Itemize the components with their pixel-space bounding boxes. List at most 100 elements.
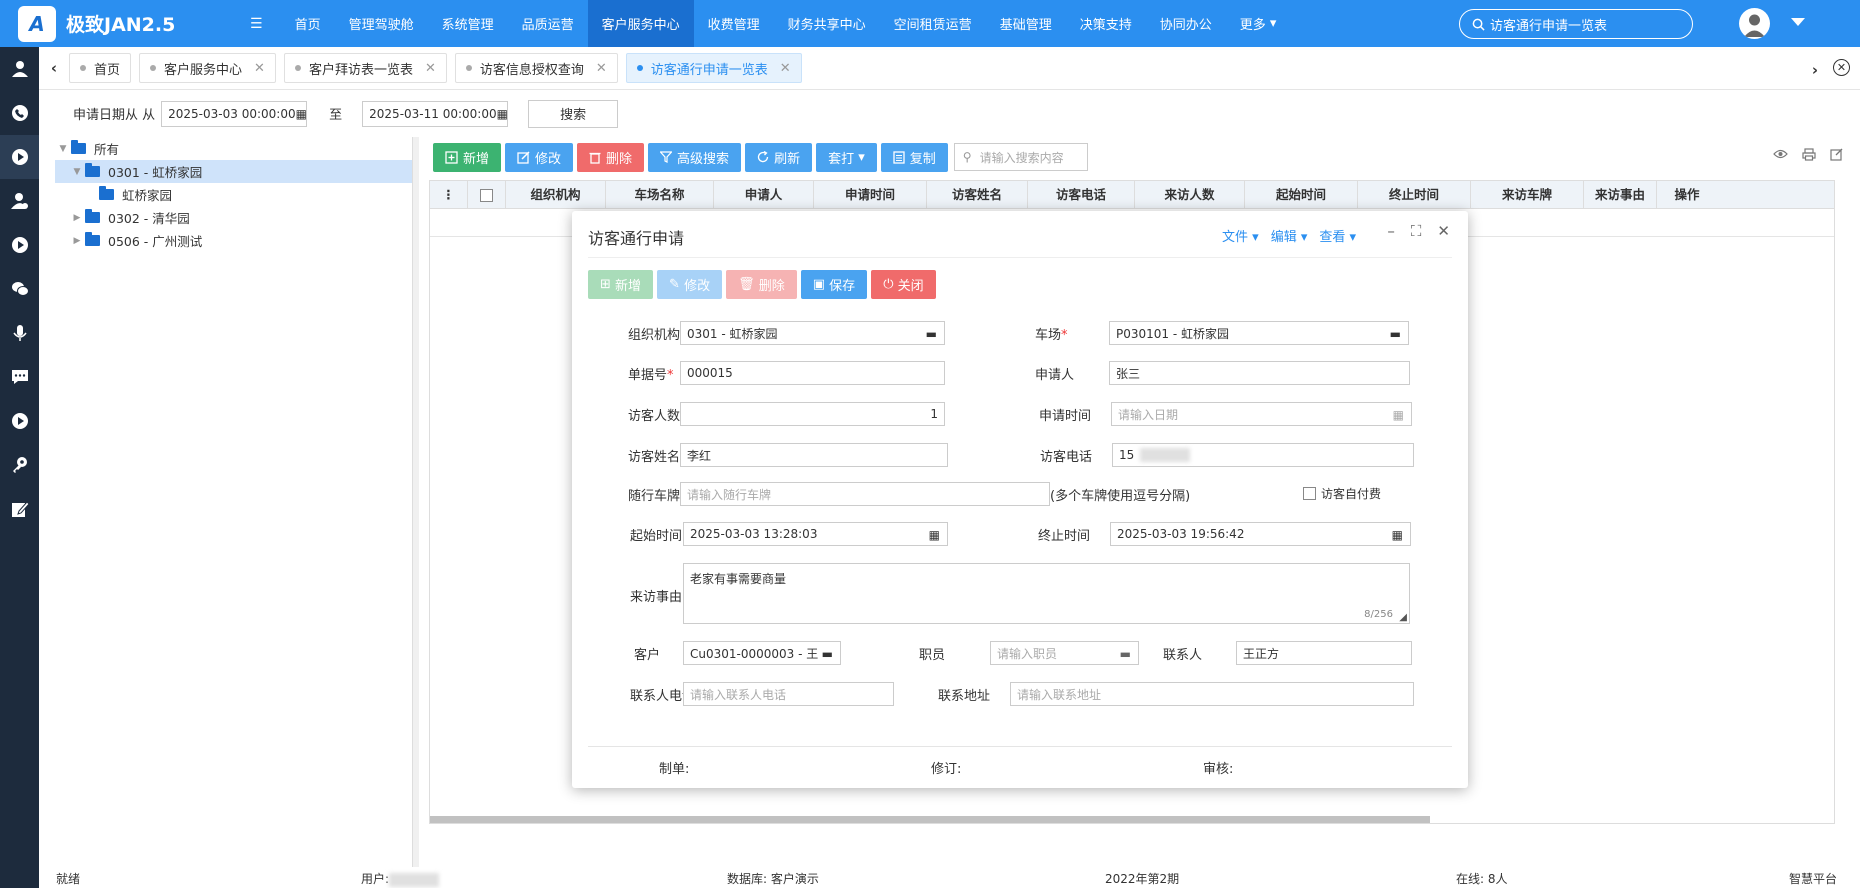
copy-button[interactable]: 复制 <box>880 142 948 172</box>
maximize-icon[interactable]: ⛶ <box>1411 222 1422 240</box>
applicant-field[interactable]: 张三 <box>1109 361 1410 385</box>
close-icon[interactable]: ✕ <box>1437 222 1450 240</box>
user-menu-caret-icon[interactable] <box>1791 18 1805 26</box>
tree-node-hongqiao[interactable]: 虹桥家园 <box>55 183 412 206</box>
date-to-input[interactable]: 2025-03-11 00:00:00 ▦ <box>362 100 509 127</box>
play-circle-icon-2[interactable] <box>0 223 39 267</box>
tab-scroll-right-icon[interactable]: › <box>1812 61 1818 79</box>
visitor-phone-field[interactable]: 15 <box>1112 443 1414 467</box>
visitor-name-field[interactable]: 李红 <box>680 443 948 467</box>
dialog-save-button[interactable]: ▣ 保存 <box>800 270 868 299</box>
dialog-close-button[interactable]: ⏻ 关闭 <box>871 270 936 299</box>
user-settings-icon[interactable] <box>0 179 39 223</box>
nav-decision[interactable]: 决策支持 <box>1066 0 1146 47</box>
menu-edit[interactable]: 编辑 ▾ <box>1271 226 1308 245</box>
nav-system[interactable]: 系统管理 <box>428 0 508 47</box>
tree-node-0302[interactable]: ▶ 0302 - 清华园 <box>55 206 412 229</box>
start-time-field[interactable]: 2025-03-03 13:28:03 ▦ <box>683 522 948 546</box>
key-icon[interactable] <box>0 443 39 487</box>
col-end-time[interactable]: 终止时间 <box>1358 180 1471 209</box>
caret-right-icon[interactable]: ▶ <box>69 236 85 246</box>
global-search-input[interactable]: 访客通行申请一览表 <box>1459 9 1693 39</box>
nav-cockpit[interactable]: 管理驾驶舱 <box>335 0 428 47</box>
tree-node-0301[interactable]: ▼ 0301 - 虹桥家园 <box>55 160 412 183</box>
close-icon[interactable]: ✕ <box>425 61 436 76</box>
edit-icon[interactable] <box>0 487 39 531</box>
horizontal-scrollbar[interactable] <box>430 816 1430 823</box>
folder-icon[interactable]: ▬ <box>1120 647 1131 661</box>
caret-right-icon[interactable]: ▶ <box>69 213 85 223</box>
tab-home[interactable]: 首页 <box>69 53 132 83</box>
printer-icon[interactable] <box>1802 148 1816 165</box>
staff-field[interactable]: 请输入职员 ▬ <box>990 641 1139 665</box>
col-applicant[interactable]: 申请人 <box>714 180 814 209</box>
col-reason[interactable]: 来访事由 <box>1584 180 1657 209</box>
contact-phone-field[interactable]: 请输入联系人电话 <box>683 682 894 706</box>
microphone-icon[interactable] <box>0 311 39 355</box>
panel-splitter[interactable] <box>413 137 419 867</box>
nav-more[interactable]: 更多 ▾ <box>1226 0 1291 47</box>
caret-down-icon[interactable]: ▼ <box>55 144 71 154</box>
calendar-icon[interactable]: ▦ <box>1392 528 1403 542</box>
add-button[interactable]: 新增 <box>433 142 502 172</box>
search-button[interactable]: 搜索 <box>528 99 619 128</box>
dialog-add-button[interactable]: ⊞ 新增 <box>588 270 654 299</box>
nav-billing[interactable]: 收费管理 <box>694 0 774 47</box>
dialog-delete-button[interactable]: 🗑 删除 <box>726 270 797 299</box>
tab-visit-list[interactable]: 客户拜访表一览表 ✕ <box>283 53 447 83</box>
person-icon[interactable] <box>0 47 39 91</box>
self-pay-checkbox[interactable]: 访客自付费 <box>1303 485 1381 502</box>
calendar-icon[interactable]: ▦ <box>929 528 940 542</box>
park-field[interactable]: P030101 - 虹桥家园 ▬ <box>1109 321 1409 345</box>
tab-scroll-left-icon[interactable]: ‹ <box>39 59 69 77</box>
dialog-edit-button[interactable]: ✎ 修改 <box>657 270 723 299</box>
reason-textarea[interactable]: 老家有事需要商量 8/256 ◢ <box>683 563 1410 624</box>
menu-toggle-icon[interactable]: ☰ <box>250 16 263 32</box>
col-org[interactable]: 组织机构 <box>506 180 606 209</box>
apply-time-field[interactable]: 请输入日期 ▦ <box>1111 402 1412 426</box>
minimize-icon[interactable]: – <box>1387 222 1395 240</box>
tab-visitor-auth[interactable]: 访客信息授权查询 ✕ <box>454 53 618 83</box>
end-time-field[interactable]: 2025-03-03 19:56:42 ▦ <box>1110 522 1411 546</box>
plates-field[interactable]: 请输入随行车牌 <box>680 482 1050 506</box>
nav-finance[interactable]: 财务共享中心 <box>774 0 880 47</box>
nav-customer-service[interactable]: 客户服务中心 <box>587 0 694 47</box>
org-field[interactable]: 0301 - 虹桥家园 ▬ <box>680 321 945 345</box>
nav-home[interactable]: 首页 <box>281 0 335 47</box>
user-avatar[interactable] <box>1739 8 1770 39</box>
phone-icon[interactable] <box>0 91 39 135</box>
wechat-icon[interactable] <box>0 267 39 311</box>
close-icon[interactable]: ✕ <box>780 61 791 76</box>
calendar-icon[interactable]: ▦ <box>1393 408 1404 422</box>
tab-customer-service[interactable]: 客户服务中心 ✕ <box>139 53 276 83</box>
col-visitor-phone[interactable]: 访客电话 <box>1028 180 1135 209</box>
select-all-checkbox[interactable] <box>468 180 506 209</box>
col-plate[interactable]: 来访车牌 <box>1471 180 1584 209</box>
tree-root[interactable]: ▼ 所有 <box>55 137 412 160</box>
nav-leasing[interactable]: 空间租赁运营 <box>880 0 986 47</box>
nav-basic[interactable]: 基础管理 <box>986 0 1066 47</box>
resize-handle-icon[interactable]: ◢ <box>1399 612 1407 623</box>
col-start-time[interactable]: 起始时间 <box>1245 180 1358 209</box>
visitor-count-field[interactable]: 1 <box>680 402 945 426</box>
col-visitor-count[interactable]: 来访人数 <box>1135 180 1245 209</box>
eye-icon[interactable] <box>1773 148 1788 165</box>
menu-view[interactable]: 查看 ▾ <box>1319 226 1356 245</box>
advanced-search-button[interactable]: 高级搜索 <box>648 142 742 172</box>
folder-icon[interactable]: ▬ <box>822 647 833 661</box>
col-visitor-name[interactable]: 访客姓名 <box>927 180 1028 209</box>
checkbox-box[interactable] <box>1303 487 1316 500</box>
nav-quality[interactable]: 品质运营 <box>508 0 588 47</box>
column-menu-icon[interactable]: ⋮ <box>430 180 468 209</box>
nav-collab[interactable]: 协同办公 <box>1146 0 1226 47</box>
edit-button[interactable]: 修改 <box>505 142 574 172</box>
print-template-button[interactable]: 套打 ▾ <box>816 142 877 172</box>
date-from-input[interactable]: 2025-03-03 00:00:00 ▦ <box>161 100 308 127</box>
delete-button[interactable]: 删除 <box>577 142 645 172</box>
grid-search-input[interactable]: ⚲ 请输入搜索内容 <box>953 143 1088 171</box>
close-all-tabs-icon[interactable]: ✕ <box>1833 59 1850 76</box>
tab-visitor-pass[interactable]: 访客通行申请一览表 ✕ <box>625 53 802 83</box>
caret-down-icon[interactable]: ▼ <box>69 167 85 177</box>
message-icon[interactable] <box>0 355 39 399</box>
play-circle-icon-3[interactable] <box>0 399 39 443</box>
